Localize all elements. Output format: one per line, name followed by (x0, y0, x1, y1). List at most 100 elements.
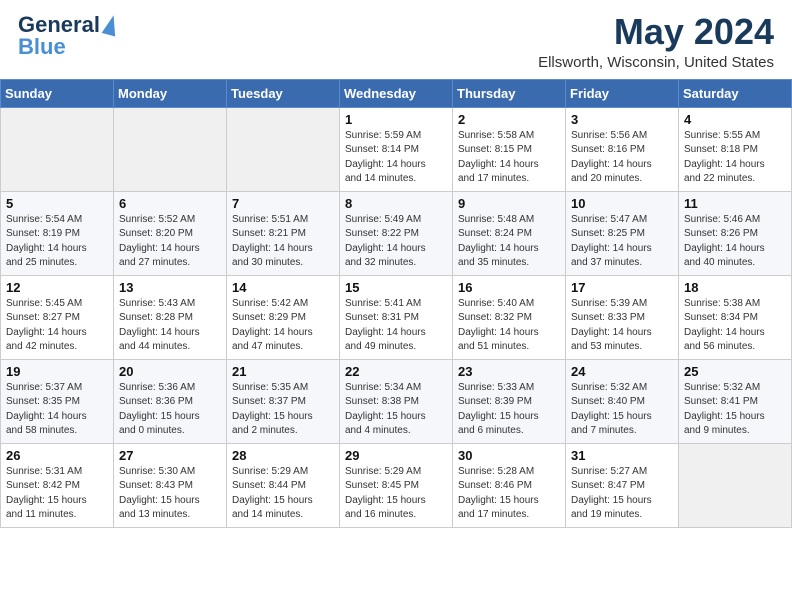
day-info: Sunrise: 5:41 AM Sunset: 8:31 PM Dayligh… (345, 297, 447, 355)
calendar-header-friday: Friday (566, 79, 679, 107)
calendar-cell: 28 Sunrise: 5:29 AM Sunset: 8:44 PM Dayli… (227, 443, 340, 527)
calendar-cell (114, 107, 227, 191)
day-info: Sunrise: 5:42 AM Sunset: 8:29 PM Dayligh… (232, 297, 334, 355)
day-number: 7 (232, 196, 334, 211)
day-info: Sunrise: 5:36 AM Sunset: 8:36 PM Dayligh… (119, 381, 221, 439)
day-number: 8 (345, 196, 447, 211)
day-info: Sunrise: 5:48 AM Sunset: 8:24 PM Dayligh… (458, 213, 560, 271)
calendar-cell: 31Sunrise: 5:27 AM Sunset: 8:47 PM Dayli… (566, 443, 679, 527)
day-number: 14 (232, 280, 334, 295)
calendar-cell: 23Sunrise: 5:33 AM Sunset: 8:39 PM Dayli… (453, 359, 566, 443)
day-number: 1 (345, 112, 447, 127)
day-number: 19 (6, 364, 108, 379)
day-number: 28 (232, 448, 334, 463)
day-number: 27 (119, 448, 221, 463)
day-info: Sunrise: 5:47 AM Sunset: 8:25 PM Dayligh… (571, 213, 673, 271)
calendar-cell: 21 Sunrise: 5:35 AM Sunset: 8:37 PM Dayli… (227, 359, 340, 443)
day-number: 26 (6, 448, 108, 463)
calendar-header-sunday: Sunday (1, 79, 114, 107)
calendar-cell (1, 107, 114, 191)
calendar-cell: 13Sunrise: 5:43 AM Sunset: 8:28 PM Dayli… (114, 275, 227, 359)
day-number: 5 (6, 196, 108, 211)
day-info: Sunrise: 5:46 AM Sunset: 8:26 PM Dayligh… (684, 213, 786, 271)
calendar-cell: 27 Sunrise: 5:30 AM Sunset: 8:43 PM Dayli… (114, 443, 227, 527)
day-number: 13 (119, 280, 221, 295)
calendar-cell: 26 Sunrise: 5:31 AM Sunset: 8:42 PM Dayli… (1, 443, 114, 527)
day-info: Sunrise: 5:54 AM Sunset: 8:19 PM Dayligh… (6, 213, 108, 271)
day-number: 18 (684, 280, 786, 295)
calendar-cell: 1 Sunrise: 5:59 AM Sunset: 8:14 PM Daylig… (340, 107, 453, 191)
day-number: 20 (119, 364, 221, 379)
calendar-header-wednesday: Wednesday (340, 79, 453, 107)
day-info: Sunrise: 5:32 AM Sunset: 8:41 PM Dayligh… (684, 381, 786, 439)
calendar-week-1: 1 Sunrise: 5:59 AM Sunset: 8:14 PM Daylig… (1, 107, 792, 191)
day-number: 12 (6, 280, 108, 295)
day-info: Sunrise: 5:40 AM Sunset: 8:32 PM Dayligh… (458, 297, 560, 355)
logo-blue: Blue (18, 34, 66, 60)
day-number: 29 (345, 448, 447, 463)
day-info: Sunrise: 5:58 AM Sunset: 8:15 PM Dayligh… (458, 129, 560, 187)
calendar-header-monday: Monday (114, 79, 227, 107)
day-number: 16 (458, 280, 560, 295)
calendar-cell (679, 443, 792, 527)
calendar-header-tuesday: Tuesday (227, 79, 340, 107)
calendar-cell: 8 Sunrise: 5:49 AM Sunset: 8:22 PM Daylig… (340, 191, 453, 275)
calendar-week-3: 12Sunrise: 5:45 AM Sunset: 8:27 PM Dayli… (1, 275, 792, 359)
calendar-cell: 19 Sunrise: 5:37 AM Sunset: 8:35 PM Dayli… (1, 359, 114, 443)
day-info: Sunrise: 5:37 AM Sunset: 8:35 PM Dayligh… (6, 381, 108, 439)
day-info: Sunrise: 5:30 AM Sunset: 8:43 PM Dayligh… (119, 465, 221, 523)
calendar-cell: 7 Sunrise: 5:51 AM Sunset: 8:21 PM Daylig… (227, 191, 340, 275)
calendar-week-2: 5 Sunrise: 5:54 AM Sunset: 8:19 PM Daylig… (1, 191, 792, 275)
title-block: May 2024 Ellsworth, Wisconsin, United St… (538, 12, 774, 71)
calendar-cell: 18 Sunrise: 5:38 AM Sunset: 8:34 PM Dayli… (679, 275, 792, 359)
day-number: 17 (571, 280, 673, 295)
day-info: Sunrise: 5:51 AM Sunset: 8:21 PM Dayligh… (232, 213, 334, 271)
day-info: Sunrise: 5:29 AM Sunset: 8:45 PM Dayligh… (345, 465, 447, 523)
day-number: 21 (232, 364, 334, 379)
day-info: Sunrise: 5:29 AM Sunset: 8:44 PM Dayligh… (232, 465, 334, 523)
main-title: May 2024 (538, 12, 774, 52)
day-info: Sunrise: 5:52 AM Sunset: 8:20 PM Dayligh… (119, 213, 221, 271)
day-number: 30 (458, 448, 560, 463)
day-number: 4 (684, 112, 786, 127)
calendar-cell: 25 Sunrise: 5:32 AM Sunset: 8:41 PM Dayli… (679, 359, 792, 443)
day-number: 25 (684, 364, 786, 379)
day-number: 3 (571, 112, 673, 127)
calendar-cell: 17 Sunrise: 5:39 AM Sunset: 8:33 PM Dayli… (566, 275, 679, 359)
calendar-cell: 3 Sunrise: 5:56 AM Sunset: 8:16 PM Daylig… (566, 107, 679, 191)
calendar-week-5: 26 Sunrise: 5:31 AM Sunset: 8:42 PM Dayli… (1, 443, 792, 527)
day-info: Sunrise: 5:39 AM Sunset: 8:33 PM Dayligh… (571, 297, 673, 355)
calendar-cell: 22Sunrise: 5:34 AM Sunset: 8:38 PM Dayli… (340, 359, 453, 443)
calendar-cell: 14 Sunrise: 5:42 AM Sunset: 8:29 PM Dayli… (227, 275, 340, 359)
day-info: Sunrise: 5:35 AM Sunset: 8:37 PM Dayligh… (232, 381, 334, 439)
calendar-header-saturday: Saturday (679, 79, 792, 107)
calendar-week-4: 19 Sunrise: 5:37 AM Sunset: 8:35 PM Dayli… (1, 359, 792, 443)
day-number: 6 (119, 196, 221, 211)
day-info: Sunrise: 5:59 AM Sunset: 8:14 PM Dayligh… (345, 129, 447, 187)
day-number: 2 (458, 112, 560, 127)
day-info: Sunrise: 5:56 AM Sunset: 8:16 PM Dayligh… (571, 129, 673, 187)
day-number: 11 (684, 196, 786, 211)
day-info: Sunrise: 5:49 AM Sunset: 8:22 PM Dayligh… (345, 213, 447, 271)
day-number: 22 (345, 364, 447, 379)
day-info: Sunrise: 5:33 AM Sunset: 8:39 PM Dayligh… (458, 381, 560, 439)
day-info: Sunrise: 5:32 AM Sunset: 8:40 PM Dayligh… (571, 381, 673, 439)
calendar-cell: 9 Sunrise: 5:48 AM Sunset: 8:24 PM Daylig… (453, 191, 566, 275)
calendar-cell: 20 Sunrise: 5:36 AM Sunset: 8:36 PM Dayli… (114, 359, 227, 443)
calendar-cell: 12Sunrise: 5:45 AM Sunset: 8:27 PM Dayli… (1, 275, 114, 359)
day-number: 31 (571, 448, 673, 463)
calendar-cell: 30 Sunrise: 5:28 AM Sunset: 8:46 PM Dayli… (453, 443, 566, 527)
calendar-cell: 2 Sunrise: 5:58 AM Sunset: 8:15 PM Daylig… (453, 107, 566, 191)
calendar-cell (227, 107, 340, 191)
day-info: Sunrise: 5:31 AM Sunset: 8:42 PM Dayligh… (6, 465, 108, 523)
day-info: Sunrise: 5:28 AM Sunset: 8:46 PM Dayligh… (458, 465, 560, 523)
calendar-cell: 5 Sunrise: 5:54 AM Sunset: 8:19 PM Daylig… (1, 191, 114, 275)
day-info: Sunrise: 5:38 AM Sunset: 8:34 PM Dayligh… (684, 297, 786, 355)
calendar-cell: 10Sunrise: 5:47 AM Sunset: 8:25 PM Dayli… (566, 191, 679, 275)
calendar-cell: 15Sunrise: 5:41 AM Sunset: 8:31 PM Dayli… (340, 275, 453, 359)
calendar-cell: 16 Sunrise: 5:40 AM Sunset: 8:32 PM Dayli… (453, 275, 566, 359)
logo: General Blue (18, 12, 118, 60)
calendar-cell: 24 Sunrise: 5:32 AM Sunset: 8:40 PM Dayli… (566, 359, 679, 443)
day-number: 24 (571, 364, 673, 379)
day-number: 9 (458, 196, 560, 211)
